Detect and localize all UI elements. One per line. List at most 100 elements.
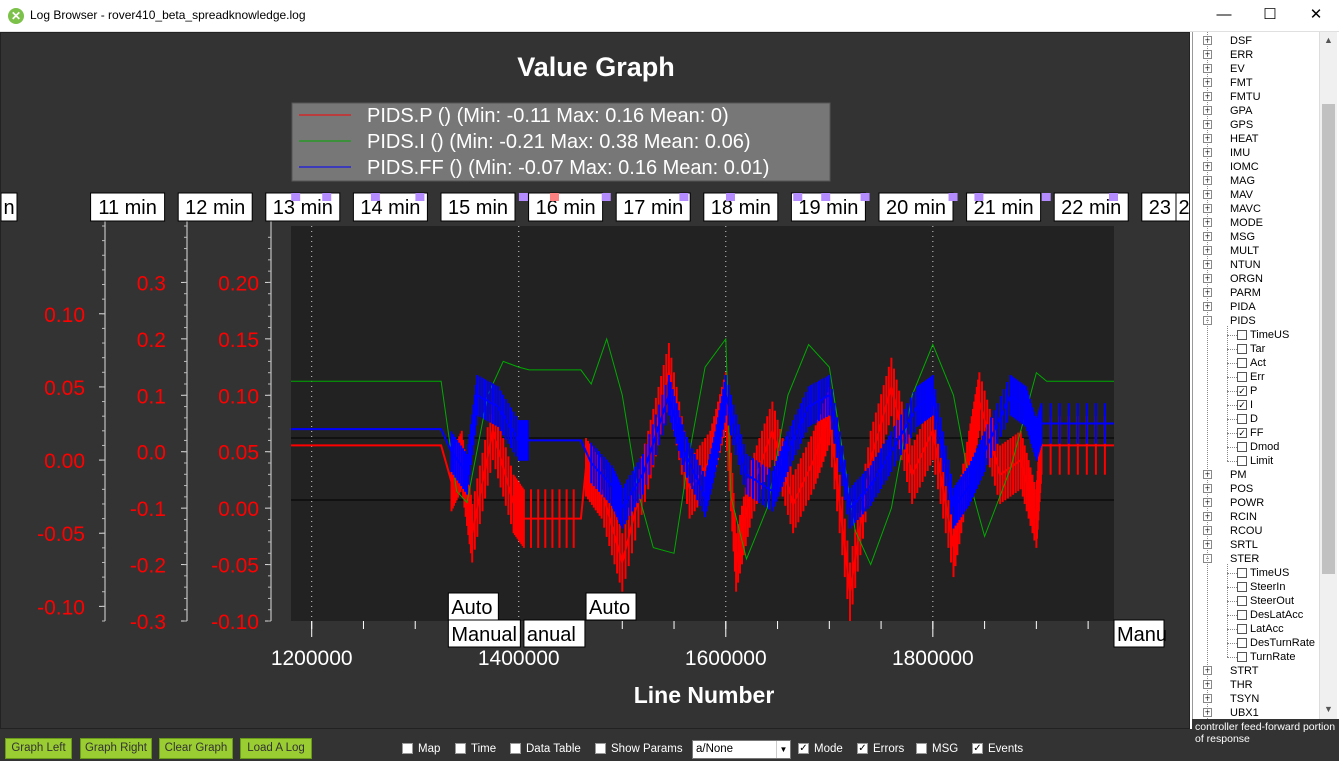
field-checkbox-ff[interactable]: ✓ — [1237, 428, 1247, 438]
tree-item-mavc[interactable]: MAVC — [1230, 202, 1261, 216]
tree-subitem-dmod[interactable]: Dmod — [1250, 440, 1279, 454]
tree-item-tsyn[interactable]: TSYN — [1230, 692, 1259, 706]
clear-graph-button[interactable]: Clear Graph — [159, 738, 233, 759]
tree-subitem-latacc[interactable]: LatAcc — [1250, 622, 1284, 636]
tree-subitem-timeus[interactable]: TimeUS — [1250, 328, 1289, 342]
checkbox-box[interactable] — [510, 743, 521, 754]
tree-subitem-i[interactable]: I — [1250, 398, 1253, 412]
scroll-thumb[interactable] — [1322, 104, 1335, 574]
field-checkbox-p[interactable]: ✓ — [1237, 386, 1247, 396]
value-graph-chart[interactable]: Value Graph Line Number 1200000 1400000 1600… — [1, 33, 1189, 728]
tree-item-rcou[interactable]: RCOU — [1230, 524, 1262, 538]
tree-item-ntun[interactable]: NTUN — [1230, 258, 1261, 272]
tree-item-mult[interactable]: MULT — [1230, 244, 1259, 258]
tree-item-powr[interactable]: POWR — [1230, 496, 1264, 510]
graph-right-button[interactable]: Graph Right — [80, 738, 152, 759]
field-checkbox-timeus[interactable] — [1237, 330, 1247, 340]
tree-subitem-timeus[interactable]: TimeUS — [1250, 566, 1289, 580]
tree-item-ubx1[interactable]: UBX1 — [1230, 706, 1259, 719]
field-checkbox-act[interactable] — [1237, 358, 1247, 368]
tree-subitem-desturnrate[interactable]: DesTurnRate — [1250, 636, 1315, 650]
tree-subitem-turnrate[interactable]: TurnRate — [1250, 650, 1295, 664]
tree-item-fmtu[interactable]: FMTU — [1230, 90, 1261, 104]
graph-left-button[interactable]: Graph Left — [5, 738, 72, 759]
load-a-log-button[interactable]: Load A Log — [240, 738, 312, 759]
field-checkbox-deslatacc[interactable] — [1237, 610, 1247, 620]
tree-item-orgn[interactable]: ORGN — [1230, 272, 1263, 286]
time-label: 18 min — [711, 197, 771, 219]
tree-item-pids[interactable]: PIDS — [1230, 314, 1256, 328]
tree-subitem-err[interactable]: Err — [1250, 370, 1265, 384]
field-tree[interactable]: + DSF + ERR + EV + FMT + FMTU + GPA + GPS + HEAT + IMU + IO… — [1192, 32, 1339, 719]
tree-item-mag[interactable]: MAG — [1230, 174, 1255, 188]
field-checkbox-timeus[interactable] — [1237, 568, 1247, 578]
tree-scrollbar[interactable]: ▲ ▼ — [1319, 32, 1337, 719]
y-tick-label: 0.20 — [218, 272, 259, 295]
checkbox-label: Show Params — [611, 743, 683, 755]
tree-connector — [1227, 601, 1237, 602]
checkbox-box[interactable] — [595, 743, 606, 754]
mode-label: Manu — [1117, 624, 1167, 646]
tree-item-ster[interactable]: STER — [1230, 552, 1259, 566]
tree-item-srtl[interactable]: SRTL — [1230, 538, 1258, 552]
checkbox-box[interactable]: ✓ — [972, 743, 983, 754]
tree-item-pida[interactable]: PIDA — [1230, 300, 1256, 314]
field-checkbox-tar[interactable] — [1237, 344, 1247, 354]
field-checkbox-steerin[interactable] — [1237, 582, 1247, 592]
tree-subitem-d[interactable]: D — [1250, 412, 1258, 426]
tree-subitem-act[interactable]: Act — [1250, 356, 1266, 370]
checkbox-box[interactable]: ✓ — [857, 743, 868, 754]
tree-item-pos[interactable]: POS — [1230, 482, 1253, 496]
field-checkbox-i[interactable]: ✓ — [1237, 400, 1247, 410]
tree-item-pm[interactable]: PM — [1230, 468, 1247, 482]
tree-item-thr[interactable]: THR — [1230, 678, 1253, 692]
tree-subitem-steerout[interactable]: SteerOut — [1250, 594, 1294, 608]
tree-item-parm[interactable]: PARM — [1230, 286, 1261, 300]
checkbox-box[interactable] — [455, 743, 466, 754]
chart-title: Value Graph — [517, 52, 675, 82]
tree-item-imu[interactable]: IMU — [1230, 146, 1250, 160]
maximize-button[interactable]: ☐ — [1247, 0, 1293, 30]
scroll-up-icon[interactable]: ▲ — [1320, 32, 1337, 49]
field-checkbox-dmod[interactable] — [1237, 442, 1247, 452]
tree-item-dsf[interactable]: DSF — [1230, 34, 1252, 48]
tree-item-fmt[interactable]: FMT — [1230, 76, 1253, 90]
tree-item-strt[interactable]: STRT — [1230, 664, 1259, 678]
close-button[interactable]: ✕ — [1293, 0, 1339, 30]
scroll-down-icon[interactable]: ▼ — [1320, 701, 1337, 718]
x-tick-label: 1800000 — [892, 647, 974, 670]
field-checkbox-err[interactable] — [1237, 372, 1247, 382]
field-checkbox-limit[interactable] — [1237, 456, 1247, 466]
tree-subitem-tar[interactable]: Tar — [1250, 342, 1265, 356]
chevron-down-icon[interactable]: ▼ — [776, 741, 790, 758]
checkbox-box[interactable]: ✓ — [798, 743, 809, 754]
tree-guide — [1207, 32, 1208, 719]
value-graph-panel[interactable]: Value Graph Line Number 1200000 1400000 1600… — [0, 32, 1190, 729]
tree-connector — [1227, 349, 1237, 350]
tree-item-ev[interactable]: EV — [1230, 62, 1245, 76]
tree-item-gpa[interactable]: GPA — [1230, 104, 1252, 118]
checkbox-box[interactable] — [402, 743, 413, 754]
tree-item-msg[interactable]: MSG — [1230, 230, 1255, 244]
tree-item-mode[interactable]: MODE — [1230, 216, 1263, 230]
tree-item-err[interactable]: ERR — [1230, 48, 1253, 62]
tree-subitem-ff[interactable]: FF — [1250, 426, 1263, 440]
checkbox-box[interactable] — [916, 743, 927, 754]
tree-item-heat[interactable]: HEAT — [1230, 132, 1259, 146]
tree-item-gps[interactable]: GPS — [1230, 118, 1253, 132]
tree-item-mav[interactable]: MAV — [1230, 188, 1253, 202]
tree-item-rcin[interactable]: RCIN — [1230, 510, 1257, 524]
graph-select-dropdown[interactable]: a/None ▼ — [692, 740, 791, 759]
event-marker — [725, 193, 735, 201]
field-checkbox-turnrate[interactable] — [1237, 652, 1247, 662]
tree-subitem-deslatacc[interactable]: DesLatAcc — [1250, 608, 1303, 622]
tree-item-iomc[interactable]: IOMC — [1230, 160, 1259, 174]
tree-subitem-steerin[interactable]: SteerIn — [1250, 580, 1285, 594]
tree-subitem-limit[interactable]: Limit — [1250, 454, 1273, 468]
field-checkbox-latacc[interactable] — [1237, 624, 1247, 634]
tree-subitem-p[interactable]: P — [1250, 384, 1257, 398]
field-checkbox-desturnrate[interactable] — [1237, 638, 1247, 648]
minimize-button[interactable]: — — [1201, 0, 1247, 30]
field-checkbox-steerout[interactable] — [1237, 596, 1247, 606]
field-checkbox-d[interactable] — [1237, 414, 1247, 424]
